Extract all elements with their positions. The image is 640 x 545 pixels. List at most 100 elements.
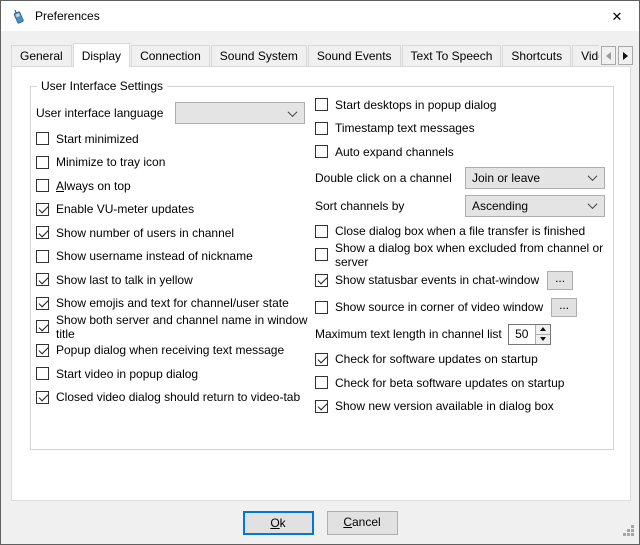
combo-row: Sort channels byAscending bbox=[315, 192, 611, 220]
language-label: User interface language bbox=[36, 106, 175, 120]
checkbox[interactable] bbox=[36, 156, 49, 169]
combo-value: Join or leave bbox=[472, 171, 540, 185]
tab-sound-system[interactable]: Sound System bbox=[211, 45, 307, 67]
checkbox[interactable] bbox=[36, 179, 49, 192]
checkbox-label: Minimize to tray icon bbox=[56, 155, 165, 169]
checkbox-label: Show a dialog box when excluded from cha… bbox=[335, 241, 611, 269]
dialog-footer: Ok Cancel bbox=[1, 511, 639, 538]
checkbox[interactable] bbox=[315, 353, 328, 366]
combo-value: Ascending bbox=[472, 199, 528, 213]
tab-bar: GeneralDisplayConnectionSound SystemSoun… bbox=[11, 43, 599, 67]
checkbox[interactable] bbox=[315, 98, 328, 111]
right-settings-column: Start desktops in popup dialog Timestamp … bbox=[315, 93, 611, 418]
triangle-down-icon bbox=[540, 337, 546, 341]
option-row: Always on top bbox=[36, 174, 312, 198]
option-row: Show username instead of nickname bbox=[36, 245, 312, 269]
checkbox[interactable] bbox=[315, 376, 328, 389]
checkbox[interactable] bbox=[36, 297, 49, 310]
checkbox-label: Show new version available in dialog box bbox=[335, 399, 554, 413]
cancel-button[interactable]: Cancel bbox=[327, 511, 398, 535]
tab-sound-events[interactable]: Sound Events bbox=[308, 45, 401, 67]
option-row: Check for beta software updates on start… bbox=[315, 371, 611, 395]
option-row: Popup dialog when receiving text message bbox=[36, 339, 312, 363]
tab-text-to-speech[interactable]: Text To Speech bbox=[402, 45, 502, 67]
checkbox-label: Show statusbar events in chat-window bbox=[335, 273, 539, 287]
checkbox[interactable] bbox=[36, 320, 49, 333]
checkbox[interactable] bbox=[36, 391, 49, 404]
close-icon[interactable]: ✕ bbox=[608, 8, 626, 26]
chevron-down-icon bbox=[588, 199, 598, 209]
checkbox-label: Show both server and channel name in win… bbox=[56, 313, 312, 341]
checkbox-label: Close dialog box when a file transfer is… bbox=[335, 224, 585, 238]
checkbox-label: Show number of users in channel bbox=[56, 226, 234, 240]
left-checkbox-list: Start minimized Minimize to tray icon Alwa… bbox=[36, 127, 312, 409]
option-row: Start minimized bbox=[36, 127, 312, 151]
option-row: Show a dialog box when excluded from cha… bbox=[315, 243, 611, 267]
double-click-channel-combobox[interactable]: Join or leave bbox=[465, 167, 605, 189]
option-row: Timestamp text messages bbox=[315, 117, 611, 141]
window-title: Preferences bbox=[35, 9, 100, 23]
option-row: Enable VU-meter updates bbox=[36, 198, 312, 222]
ok-button[interactable]: Ok bbox=[243, 511, 314, 535]
option-row: Minimize to tray icon bbox=[36, 151, 312, 175]
option-row: Start desktops in popup dialog bbox=[315, 93, 611, 117]
checkbox[interactable] bbox=[36, 132, 49, 145]
resize-grip[interactable] bbox=[621, 523, 635, 540]
option-row: Close dialog box when a file transfer is… bbox=[315, 220, 611, 244]
language-row: User interface language bbox=[36, 99, 312, 127]
spin-value: 50 bbox=[509, 325, 535, 344]
checkbox[interactable] bbox=[36, 273, 49, 286]
checkbox[interactable] bbox=[36, 250, 49, 263]
triangle-right-icon bbox=[623, 52, 628, 60]
option-row: Show statusbar events in chat-window... bbox=[315, 267, 611, 294]
app-icon bbox=[10, 8, 27, 25]
checkbox[interactable] bbox=[36, 344, 49, 357]
tab-video[interactable]: Video bbox=[572, 45, 599, 67]
language-combobox[interactable] bbox=[175, 102, 305, 124]
chevron-down-icon bbox=[288, 107, 298, 117]
checkbox[interactable] bbox=[36, 226, 49, 239]
checkbox[interactable] bbox=[315, 122, 328, 135]
spin-up-button[interactable] bbox=[536, 325, 550, 335]
checkbox-label: Start desktops in popup dialog bbox=[335, 98, 496, 112]
title-bar: Preferences ✕ bbox=[1, 1, 639, 31]
checkbox-label: Check for beta software updates on start… bbox=[335, 376, 564, 390]
checkbox[interactable] bbox=[36, 367, 49, 380]
triangle-left-icon bbox=[606, 52, 611, 60]
checkbox[interactable] bbox=[315, 400, 328, 413]
tab-scroll-right-button[interactable] bbox=[618, 46, 633, 65]
tab-general[interactable]: General bbox=[11, 45, 72, 67]
checkbox[interactable] bbox=[315, 301, 328, 314]
checkbox-label: Show emojis and text for channel/user st… bbox=[56, 296, 289, 310]
option-row: Closed video dialog should return to vid… bbox=[36, 386, 312, 410]
checkbox[interactable] bbox=[315, 145, 328, 158]
checkbox[interactable] bbox=[315, 248, 328, 261]
option-row: Show last to talk in yellow bbox=[36, 268, 312, 292]
checkbox-label: Auto expand channels bbox=[335, 145, 454, 159]
option-row: Show emojis and text for channel/user st… bbox=[36, 292, 312, 316]
option-row: Show new version available in dialog box bbox=[315, 395, 611, 419]
spinner-buttons bbox=[535, 325, 550, 344]
spin-row: Maximum text length in channel list50 bbox=[315, 321, 611, 348]
left-settings-column: User interface language Start minimized M… bbox=[36, 99, 312, 409]
checkbox-label: Enable VU-meter updates bbox=[56, 202, 194, 216]
tab-display[interactable]: Display bbox=[73, 43, 130, 67]
spin-down-button[interactable] bbox=[536, 335, 550, 344]
statusbar-events-browse-button[interactable]: ... bbox=[547, 271, 573, 290]
option-row: Check for software updates on startup bbox=[315, 348, 611, 372]
checkbox[interactable] bbox=[315, 225, 328, 238]
max-text-length-spinbox[interactable]: 50 bbox=[508, 324, 551, 345]
combo-row: Double click on a channel Join or leave bbox=[315, 164, 611, 192]
option-row: Show both server and channel name in win… bbox=[36, 315, 312, 339]
combo-label: Double click on a channel bbox=[315, 171, 465, 185]
checkbox-label: Show username instead of nickname bbox=[56, 249, 253, 263]
checkbox[interactable] bbox=[36, 203, 49, 216]
sort-channels-by-combobox[interactable]: Ascending bbox=[465, 195, 605, 217]
tab-scroll-left-button[interactable] bbox=[601, 46, 616, 65]
video-source-corner-browse-button[interactable]: ... bbox=[551, 298, 577, 317]
option-row: Show number of users in channel bbox=[36, 221, 312, 245]
display-tab-page: User Interface Settings User interface l… bbox=[11, 66, 631, 501]
checkbox[interactable] bbox=[315, 274, 328, 287]
tab-connection[interactable]: Connection bbox=[131, 45, 210, 67]
tab-shortcuts[interactable]: Shortcuts bbox=[502, 45, 571, 67]
